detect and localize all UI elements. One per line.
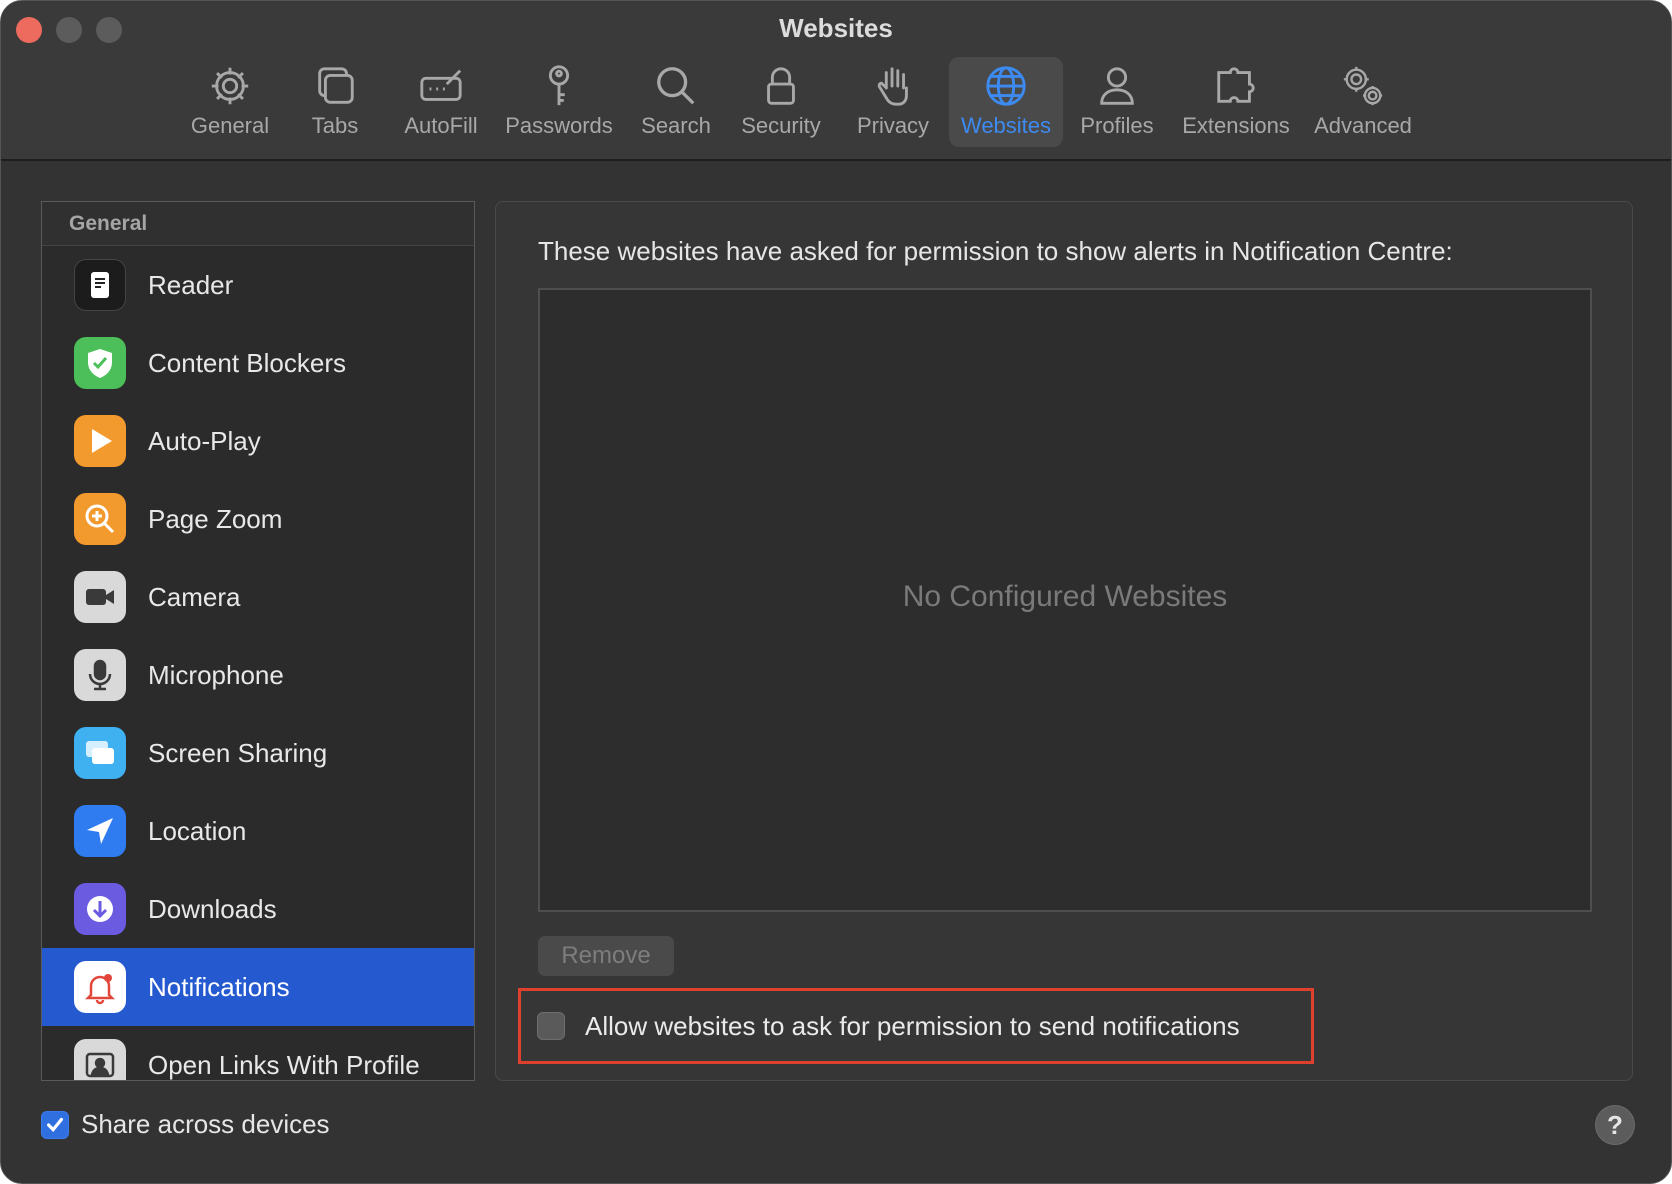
sidebar-item-label: Location <box>148 815 247 846</box>
tab-general[interactable]: General <box>181 57 279 147</box>
sidebar-item-label: Camera <box>148 581 241 612</box>
tab-autofill[interactable]: AutoFill <box>391 57 491 147</box>
sidebar-header: General <box>42 202 474 246</box>
tab-security[interactable]: Security <box>725 57 837 147</box>
tab-label: Advanced <box>1314 113 1412 138</box>
preferences-toolbar: General Tabs AutoFill Passwords Search S… <box>181 57 1425 147</box>
sidebar-item-content-blockers[interactable]: Content Blockers <box>42 324 474 402</box>
allow-notifications-label[interactable]: Allow websites to ask for permission to … <box>585 1011 1240 1042</box>
microphone-icon <box>74 649 126 701</box>
autofill-icon <box>420 69 462 101</box>
sidebar-item-open-links-with-profile[interactable]: Open Links With Profile <box>42 1026 474 1080</box>
sidebar-item-label: Reader <box>148 269 234 300</box>
hand-icon <box>877 67 908 106</box>
share-across-devices-checkbox[interactable] <box>41 1110 69 1139</box>
tab-label: AutoFill <box>404 113 478 138</box>
websites-list[interactable]: No Configured Websites <box>538 288 1592 912</box>
tab-websites[interactable]: Websites <box>949 57 1063 147</box>
preferences-window: Websites General Tabs AutoFill Passwords… <box>0 0 1672 1184</box>
person-icon <box>1100 67 1134 105</box>
allow-notifications-option: Allow websites to ask for permission to … <box>518 988 1314 1064</box>
sidebar-item-label: Page Zoom <box>148 503 283 534</box>
empty-list-text: No Configured Websites <box>902 580 1228 613</box>
tab-label: Privacy <box>856 113 930 138</box>
sidebar-item-notifications[interactable]: Notifications <box>42 948 474 1026</box>
panel-description: These websites have asked for permission… <box>538 236 1453 266</box>
bell-icon <box>74 961 126 1013</box>
checkmark-icon <box>46 1117 64 1132</box>
tab-advanced[interactable]: Advanced <box>1301 57 1425 147</box>
sidebar-item-auto-play[interactable]: Auto-Play <box>42 402 474 480</box>
tabs-icon <box>318 67 354 104</box>
sidebar-item-page-zoom[interactable]: Page Zoom <box>42 480 474 558</box>
tab-label: Tabs <box>311 113 359 138</box>
sidebar-item-label: Microphone <box>148 659 284 690</box>
puzzle-icon <box>1217 67 1255 103</box>
help-button[interactable]: ? <box>1595 1105 1635 1145</box>
sidebar-item-label: Content Blockers <box>148 347 346 378</box>
remove-button[interactable]: Remove <box>538 936 674 976</box>
window-title: Websites <box>779 13 893 43</box>
globe-icon <box>986 66 1026 106</box>
tab-privacy[interactable]: Privacy <box>837 57 949 147</box>
sidebar-item-label: Screen Sharing <box>148 737 328 768</box>
sidebar-item-reader[interactable]: Reader <box>42 246 474 324</box>
download-icon <box>74 883 126 935</box>
profile-card-icon <box>74 1039 126 1080</box>
tab-profiles[interactable]: Profiles <box>1063 57 1171 147</box>
notifications-panel: These websites have asked for permission… <box>495 201 1633 1081</box>
tab-label: Search <box>641 113 711 138</box>
share-across-devices-label[interactable]: Share across devices <box>81 1109 330 1140</box>
tab-label: Profiles <box>1080 113 1154 138</box>
share-across-devices-option: Share across devices <box>41 1109 330 1140</box>
gears-icon <box>1343 66 1383 106</box>
tab-label: Security <box>741 113 821 138</box>
zoom-icon <box>74 493 126 545</box>
sidebar-item-downloads[interactable]: Downloads <box>42 870 474 948</box>
sidebar-item-label: Downloads <box>148 893 277 924</box>
sidebar-item-microphone[interactable]: Microphone <box>42 636 474 714</box>
search-icon <box>657 67 695 105</box>
allow-notifications-checkbox[interactable] <box>537 1012 565 1040</box>
tab-label: Extensions <box>1182 113 1290 138</box>
titlebar: Websites General Tabs AutoFill Passwords… <box>1 1 1671 161</box>
lock-icon <box>767 67 795 105</box>
tab-label: Passwords <box>505 113 613 138</box>
sidebar: General Reader Content Blockers Auto-Pla… <box>41 201 475 1081</box>
location-arrow-icon <box>74 805 126 857</box>
sidebar-item-camera[interactable]: Camera <box>42 558 474 636</box>
tab-extensions[interactable]: Extensions <box>1171 57 1301 147</box>
tab-label: Websites <box>960 113 1052 138</box>
sidebar-item-location[interactable]: Location <box>42 792 474 870</box>
gear-icon <box>211 67 249 105</box>
sidebar-item-label: Open Links With Profile <box>148 1049 420 1080</box>
tab-passwords[interactable]: Passwords <box>491 57 627 147</box>
key-icon <box>548 65 570 106</box>
screen-sharing-icon <box>74 727 126 779</box>
camera-icon <box>74 571 126 623</box>
reader-icon <box>74 259 126 311</box>
play-icon <box>74 415 126 467</box>
tab-label: General <box>190 113 270 138</box>
tab-search[interactable]: Search <box>627 57 725 147</box>
sidebar-item-screen-sharing[interactable]: Screen Sharing <box>42 714 474 792</box>
shield-check-icon <box>74 337 126 389</box>
sidebar-item-label: Notifications <box>148 971 290 1002</box>
tab-tabs[interactable]: Tabs <box>279 57 391 147</box>
sidebar-item-label: Auto-Play <box>148 425 261 456</box>
